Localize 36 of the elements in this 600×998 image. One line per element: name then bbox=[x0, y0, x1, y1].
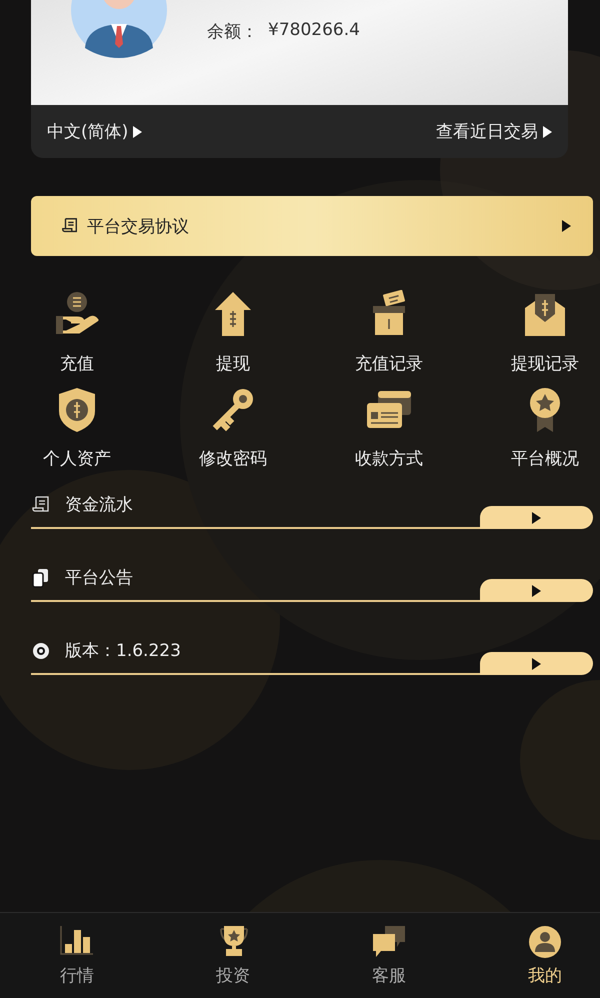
language-link[interactable]: 中文(简体) bbox=[47, 120, 142, 143]
bar-chart-icon bbox=[59, 924, 95, 958]
balance-value: ¥780266.4 bbox=[268, 20, 360, 42]
tab[interactable]: 投资 bbox=[179, 913, 287, 998]
tab[interactable]: 客服 bbox=[335, 913, 443, 998]
shortcut-button[interactable]: 修改密码 bbox=[179, 385, 287, 470]
shortcut-button[interactable]: 提现 bbox=[179, 290, 287, 375]
caret-icon bbox=[543, 126, 552, 138]
chat-icon bbox=[371, 924, 407, 958]
arrow-button[interactable] bbox=[480, 579, 593, 602]
shortcut-button[interactable]: 提现记录 bbox=[491, 290, 599, 375]
caret-icon bbox=[532, 584, 541, 596]
recent-trades-link[interactable]: 查看近日交易 bbox=[436, 120, 552, 143]
menu-label: 版本：1.6.223 bbox=[65, 640, 181, 662]
arrow-button[interactable] bbox=[480, 506, 593, 529]
tab[interactable]: 我的 bbox=[491, 913, 599, 998]
caret-icon bbox=[562, 220, 571, 232]
menu-label: 平台公告 bbox=[65, 567, 133, 589]
shortcut-button[interactable]: 充值记录 bbox=[335, 290, 443, 375]
disc-icon bbox=[31, 640, 51, 660]
menu-label: 资金流水 bbox=[65, 494, 133, 516]
document-icon bbox=[61, 217, 79, 235]
agreement-banner[interactable]: 平台交易协议 bbox=[31, 196, 593, 256]
shortcut-button[interactable]: 个人资产 bbox=[23, 385, 131, 470]
caret-icon bbox=[532, 512, 541, 524]
shortcut-button[interactable]: 充值 bbox=[23, 290, 131, 375]
balance-label: 余额： bbox=[207, 21, 258, 43]
arrow-button[interactable] bbox=[480, 652, 593, 675]
shortcut-button[interactable]: 平台概况 bbox=[491, 385, 599, 470]
document-icon bbox=[31, 494, 51, 514]
tab[interactable]: 行情 bbox=[23, 913, 131, 998]
user-icon bbox=[527, 924, 563, 958]
caret-icon bbox=[133, 126, 142, 138]
pages-icon bbox=[31, 568, 51, 588]
shortcut-button[interactable]: 收款方式 bbox=[335, 385, 443, 470]
caret-icon bbox=[532, 658, 541, 670]
